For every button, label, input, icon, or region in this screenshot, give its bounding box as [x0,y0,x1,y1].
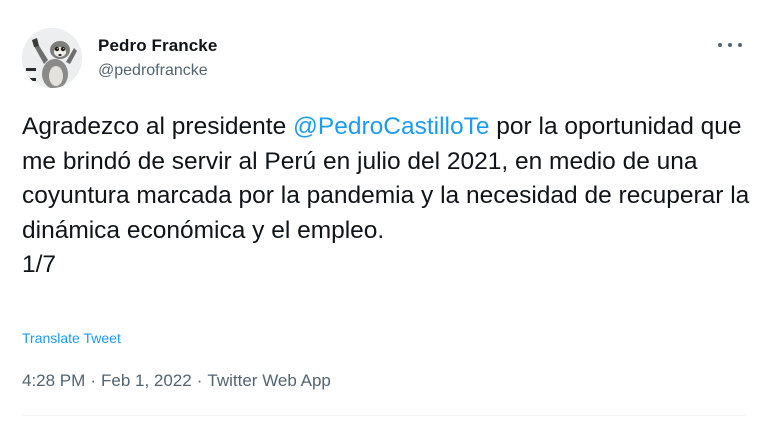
meta-separator: · [196,371,203,390]
more-dot [738,43,742,47]
thread-counter: 1/7 [22,251,57,278]
tweet-source[interactable]: Twitter Web App [207,371,330,391]
mention-link[interactable]: @PedroCastilloTe [293,113,489,140]
meta-separator: · [90,371,96,390]
avatar[interactable] [22,28,82,88]
tweet-time[interactable]: 4:28 PM [22,371,85,391]
divider [22,415,746,416]
author-name[interactable]: Pedro Francke [98,36,217,56]
tweet-date[interactable]: Feb 1, 2022 [101,371,192,391]
tweet-text-start: Agradezco al presidente [22,113,294,140]
lemur-avatar-icon [22,28,82,88]
tweet-card: Pedro Francke @pedrofrancke Agradezco al… [0,0,768,432]
tweet-text: Agradezco al presidente @PedroCastilloTe… [22,110,752,283]
more-dot [718,43,722,47]
author-handle[interactable]: @pedrofrancke [98,62,208,80]
translate-tweet-link[interactable]: Translate Tweet [22,330,121,346]
more-dot [728,43,732,47]
more-options-icon[interactable] [718,36,742,54]
tweet-meta: 4:28 PM · Feb 1, 2022 · Twitter Web App [22,371,331,391]
